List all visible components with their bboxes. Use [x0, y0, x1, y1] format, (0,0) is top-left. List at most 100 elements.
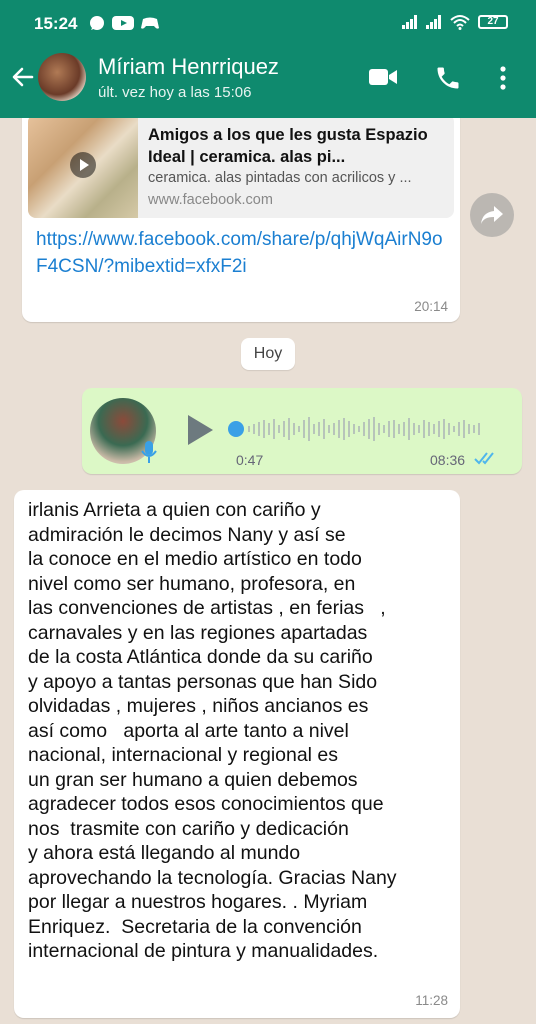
waveform-bar: [293, 423, 295, 435]
battery-icon: 27: [478, 15, 508, 29]
contact-avatar[interactable]: [38, 53, 86, 101]
more-options-icon[interactable]: [498, 64, 508, 92]
waveform-bar: [303, 420, 305, 438]
message-time: 08:36: [430, 452, 466, 468]
voice-call-icon[interactable]: [434, 64, 462, 92]
waveform-bar: [418, 425, 420, 433]
waveform-bar: [443, 419, 445, 439]
waveform-bar: [378, 423, 380, 435]
message-line: un gran ser humano a quien debemos: [28, 768, 358, 791]
waveform-bar: [403, 422, 405, 436]
waveform-bar: [408, 418, 410, 440]
message-time: 20:14: [414, 299, 448, 314]
date-divider: Hoy: [241, 338, 295, 370]
waveform-bar: [458, 422, 460, 436]
back-arrow-icon[interactable]: [10, 64, 36, 90]
waveform-bar: [448, 423, 450, 435]
play-icon: [80, 159, 89, 171]
link-preview-thumbnail: [28, 118, 138, 218]
waveform-bar: [283, 421, 285, 437]
read-receipt-icon: [474, 452, 494, 465]
waveform-bar: [253, 424, 255, 434]
message-line: la conoce en el medio artístico en todo: [28, 548, 362, 570]
waveform-bar: [258, 422, 260, 436]
waveform-bar: [273, 419, 275, 439]
waveform-bar: [398, 424, 400, 434]
waveform-bar: [343, 418, 345, 440]
youtube-icon: [112, 16, 134, 30]
incoming-link-message[interactable]: Amigos a los que les gusta Espazio Ideal…: [22, 118, 460, 322]
status-time: 15:24: [34, 14, 78, 33]
link-preview-title: Amigos a los que les gusta Espazio Ideal…: [148, 126, 428, 166]
message-link[interactable]: https://www.facebook.com/share/p/qhjWqAi…: [36, 226, 446, 280]
message-line: irlanis Arrieta a quien con cariño y: [28, 499, 321, 521]
message-text: irlanis Arrieta a quien con cariño y admi…: [28, 498, 452, 964]
message-line: internacional de pintura y manualidades.: [28, 940, 379, 962]
waveform-bar: [298, 426, 300, 432]
waveform-bar: [413, 423, 415, 435]
chat-area[interactable]: Amigos a los que les gusta Espazio Ideal…: [0, 118, 536, 1024]
message-line: nivel como ser humano, profesora, en: [28, 572, 356, 595]
message-line: olvidadas , mujeres , niños ancianos es: [28, 695, 369, 717]
waveform-bar: [453, 426, 455, 432]
waveform-bar: [468, 424, 470, 434]
signal-icon-2: [426, 15, 441, 29]
contact-name[interactable]: Míriam Henrriquez: [98, 54, 279, 80]
message-line: y ahora está llegando al mundo: [28, 842, 301, 864]
waveform-bar: [268, 423, 270, 435]
link-preview-domain: www.facebook.com: [148, 192, 273, 208]
forward-button[interactable]: [470, 193, 514, 237]
chat-header: Míriam Henrriquez últ. vez hoy a las 15:…: [0, 48, 536, 108]
waveform-bar: [348, 421, 350, 437]
message-line: por llegar a nuestros hogares. . Myriam: [28, 891, 368, 913]
waveform-bar: [353, 424, 355, 434]
wifi-icon: [450, 15, 470, 30]
last-seen: últ. vez hoy a las 15:06: [98, 84, 252, 101]
audio-waveform[interactable]: [228, 414, 490, 444]
message-line: de la costa Atlántica donde da su cariño: [28, 646, 373, 668]
waveform-bar: [308, 417, 310, 441]
app-header: 15:24 27 Míriam Henrriquez últ. vez hoy …: [0, 0, 536, 118]
waveform-bar: [318, 422, 320, 436]
audio-seek-knob: [228, 421, 244, 437]
waveform-bar: [288, 418, 290, 440]
status-bar: 15:24 27: [0, 0, 536, 48]
signal-icon: [402, 15, 417, 29]
notification-icons: [88, 14, 160, 32]
waveform-bar: [478, 423, 480, 435]
video-play-badge: [70, 152, 96, 178]
waveform-bar: [278, 425, 280, 433]
message-line: carnavales y en las regiones apartadas: [28, 621, 368, 644]
game-controller-icon: [141, 17, 159, 29]
waveform-bar: [383, 425, 385, 433]
message-line: nos trasmite con cariño y dedicación: [28, 817, 349, 840]
waveform-bar: [373, 417, 375, 441]
message-time: 11:28: [415, 993, 448, 1008]
waveform-bar: [358, 426, 360, 432]
play-button-icon[interactable]: [184, 412, 216, 448]
waveform-bar: [473, 425, 475, 433]
message-line: agradecer todos esos conocimientos que: [28, 793, 384, 815]
waveform-bar: [433, 424, 435, 434]
message-line: nacional, internacional y regional es: [28, 744, 339, 766]
waveform-bar: [338, 420, 340, 438]
voice-duration: 0:47: [236, 452, 264, 468]
waveform-bar: [423, 420, 425, 438]
forward-icon: [481, 206, 503, 224]
incoming-text-message[interactable]: irlanis Arrieta a quien con cariño y admi…: [14, 490, 460, 1018]
waveform-bar: [428, 422, 430, 436]
waveform-bar: [323, 419, 325, 439]
waveform-bar: [263, 420, 265, 438]
link-preview[interactable]: Amigos a los que les gusta Espazio Ideal…: [28, 118, 454, 218]
message-line: las convenciones de artistas , en ferias…: [28, 597, 386, 619]
waveform-bar: [388, 421, 390, 437]
whatsapp-icon: [90, 16, 104, 30]
waveform-bar: [333, 423, 335, 435]
video-call-icon[interactable]: [368, 66, 398, 88]
message-line: así como aporta al arte tanto a nivel: [28, 719, 349, 742]
microphone-icon: [141, 441, 157, 463]
outgoing-voice-message[interactable]: 0:47 08:36: [82, 388, 522, 474]
system-icons: 27: [402, 14, 508, 30]
waveform-bar: [393, 420, 395, 438]
waveform-bar: [313, 424, 315, 434]
